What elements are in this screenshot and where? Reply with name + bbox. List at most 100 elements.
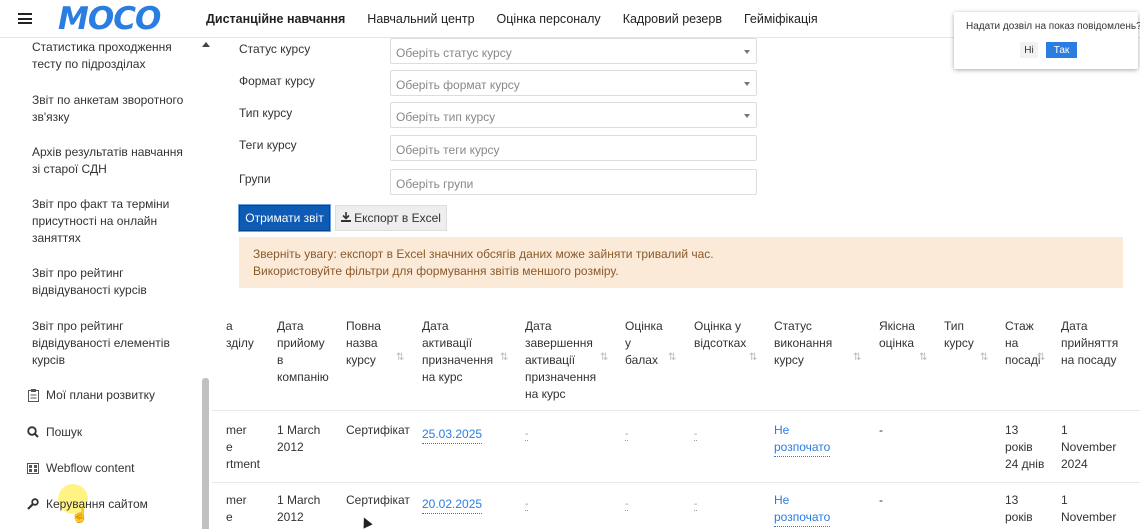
sidebar-item-label: Webflow content [46, 461, 135, 475]
table-header: а зділу Дата прийому в компанію Повна на… [212, 318, 1140, 408]
download-icon [341, 211, 352, 225]
warning-line: Використовуйте фільтри для формування зв… [253, 264, 619, 278]
input-placeholder: Оберіть теги курсу [396, 143, 500, 157]
wrench-icon [26, 497, 40, 511]
filter-label-format: Формат курсу [239, 74, 315, 88]
export-excel-label: Експорт в Excel [354, 211, 441, 225]
groups-input[interactable]: Оберіть групи [390, 169, 757, 195]
col-course-name[interactable]: Повна назва курсу [346, 318, 381, 369]
hand-cursor-icon: ☝ [71, 507, 89, 523]
cell-position-date: 1 November [1061, 493, 1117, 524]
col-course-type[interactable]: Тип курсу [944, 318, 974, 352]
filter-label-status: Статус курсу [239, 42, 311, 56]
course-format-select[interactable]: Оберіть формат курсу [390, 70, 757, 96]
sidebar-item-label: Керування сайтом [46, 497, 148, 511]
nav-personnel-evaluation[interactable]: Оцінка персоналу [497, 12, 601, 26]
input-placeholder: Оберіть групи [396, 177, 474, 191]
col-quality-score[interactable]: Якісна оцінка [879, 318, 915, 352]
sort-icon[interactable]: ⇅ [396, 352, 404, 363]
hamburger-menu-icon[interactable] [18, 13, 32, 24]
cell-percent[interactable]: - [694, 500, 698, 511]
cell-percent[interactable]: - [694, 430, 698, 441]
sidebar-report-course-rating[interactable]: Звіт про рейтинг відвідуваності курсів [32, 265, 192, 299]
sidebar-scrollbar[interactable] [202, 378, 209, 529]
cell-completion-date[interactable]: - [525, 430, 529, 441]
notification-yes-button[interactable]: Так [1046, 42, 1077, 58]
sort-icon[interactable]: ⇅ [668, 352, 676, 363]
select-placeholder: Оберіть формат курсу [396, 78, 520, 92]
nav-training-center[interactable]: Навчальний центр [367, 12, 474, 26]
logo[interactable]: MOCO [58, 2, 161, 36]
get-report-button[interactable]: Отримати звіт [238, 204, 331, 232]
cell-quality: - [879, 423, 883, 437]
cell-activation-date[interactable]: 25.03.2025 [422, 426, 483, 444]
cell-completion-date[interactable]: - [525, 500, 529, 511]
sidebar-report-test-stats[interactable]: Статистика проходження тесту по підрозді… [32, 39, 192, 73]
export-warning: Зверніть увагу: експорт в Excel значних … [239, 237, 1123, 288]
col-score-points[interactable]: Оцінка у балах [625, 318, 663, 369]
sort-icon[interactable]: ⇅ [600, 352, 608, 363]
col-completion-status[interactable]: Статус виконання курсу [774, 318, 832, 369]
notification-text: Надати дозвіл на показ повідомлень? [966, 21, 1140, 32]
cell-activation-date[interactable]: 20.02.2025 [422, 496, 483, 514]
col-score-percent[interactable]: Оцінка у відсотках [694, 318, 746, 352]
cell-status[interactable]: Не розпочато [774, 492, 831, 527]
cell-department: mer e rtment [226, 423, 261, 471]
cell-department: mer e [226, 493, 247, 524]
sidebar-item-label: Мої плани розвитку [46, 388, 155, 402]
notification-no-button[interactable]: Ні [1020, 42, 1038, 58]
select-placeholder: Оберіть статус курсу [396, 46, 512, 60]
nav-personnel-reserve[interactable]: Кадровий резерв [623, 12, 722, 26]
sort-icon[interactable]: ⇅ [1037, 352, 1045, 363]
sidebar-scroll-up-icon[interactable] [202, 42, 210, 47]
main-nav: Дистанційне навчання Навчальний центр Оц… [206, 0, 840, 38]
course-tags-input[interactable]: Оберіть теги курсу [390, 135, 757, 161]
cell-position-date: 1 November 2024 [1061, 423, 1117, 471]
col-hire-date[interactable]: Дата прийому в компанію [277, 318, 329, 386]
cell-tenure: 13 років [1005, 493, 1033, 524]
course-status-select[interactable]: Оберіть статус курсу [390, 38, 757, 64]
sidebar-item-development-plans[interactable]: Мої плани розвитку [26, 388, 155, 402]
col-department[interactable]: а зділу [226, 318, 254, 352]
cell-hire-date: 1 March 2012 [277, 423, 321, 454]
sidebar-report-archive[interactable]: Архів результатів навчання зі старої СДН [32, 144, 192, 178]
nav-gamification[interactable]: Гейміфікація [744, 12, 818, 26]
sort-icon[interactable]: ⇅ [919, 352, 927, 363]
sidebar-report-element-rating[interactable]: Звіт про рейтинг відвідуваності елементі… [32, 318, 192, 369]
sort-icon[interactable]: ⇅ [853, 352, 861, 363]
sort-icon[interactable]: ⇅ [980, 352, 988, 363]
col-position-date[interactable]: Дата прийняття на посаду [1061, 318, 1118, 369]
export-excel-button[interactable]: Експорт в Excel [335, 205, 447, 231]
select-placeholder: Оберіть тип курсу [396, 110, 496, 124]
cell-hire-date: 1 March 2012 [277, 493, 321, 524]
sidebar-item-search[interactable]: Пошук [26, 425, 82, 439]
course-type-select[interactable]: Оберіть тип курсу [390, 102, 757, 128]
notification-permission-popup: Надати дозвіл на показ повідомлень? Ні Т… [954, 12, 1140, 69]
row-divider [212, 482, 1140, 483]
col-tenure[interactable]: Стаж на посаді [1005, 318, 1041, 369]
report-main: Статус курсу Оберіть статус курсу Формат… [212, 38, 1140, 529]
filter-label-type: Тип курсу [239, 106, 293, 120]
cell-status[interactable]: Не розпочато [774, 422, 831, 457]
caret-down-icon [744, 50, 750, 54]
nav-distance-learning[interactable]: Дистанційне навчання [206, 12, 345, 26]
col-activation-date[interactable]: Дата активації призначення на курс [422, 318, 493, 386]
search-icon [26, 425, 40, 439]
sort-icon[interactable]: ⇅ [500, 352, 508, 363]
col-completion-date[interactable]: Дата завершення активації призначення на… [525, 318, 596, 403]
filter-label-groups: Групи [239, 172, 271, 186]
webflow-icon [26, 461, 40, 475]
warning-line: Зверніть увагу: експорт в Excel значних … [253, 247, 714, 261]
row-divider [212, 410, 1140, 411]
sidebar-item-webflow[interactable]: Webflow content [26, 461, 135, 475]
sidebar-report-feedback[interactable]: Звіт по анкетам зворотного зв'язку [32, 92, 192, 126]
cell-score[interactable]: - [625, 430, 629, 441]
caret-down-icon [744, 82, 750, 86]
filter-label-tags: Теги курсу [239, 138, 297, 152]
clipboard-icon [26, 388, 40, 402]
sort-icon[interactable]: ⇅ [749, 352, 757, 363]
cell-score[interactable]: - [625, 500, 629, 511]
cell-course: Сертифікат [346, 493, 410, 507]
cell-tenure: 13 років 24 днів [1005, 423, 1045, 471]
sidebar-report-attendance-online[interactable]: Звіт про факт та терміни присутності на … [32, 196, 192, 247]
